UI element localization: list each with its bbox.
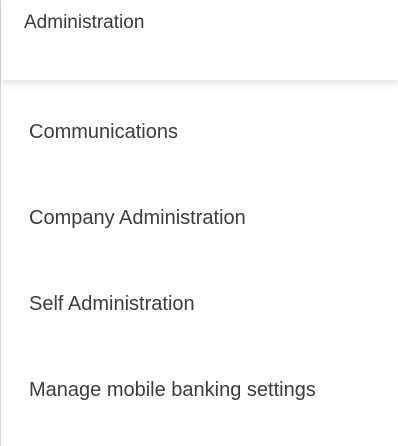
menu-item-communications[interactable]: Communications [2, 80, 398, 166]
menu-item-manage-mobile-banking-settings[interactable]: Manage mobile banking settings [2, 338, 398, 424]
menu-header: Administration [2, 0, 398, 80]
menu-header-title: Administration [24, 12, 145, 33]
menu-item-label: Manage mobile banking settings [29, 379, 316, 401]
menu-item-label: Self Administration [29, 293, 195, 315]
menu-item-company-administration[interactable]: Company Administration [2, 166, 398, 252]
menu-item-label: Company Administration [29, 207, 246, 229]
administration-menu-list: Communications Company Administration Se… [2, 80, 398, 424]
menu-item-label: Communications [29, 121, 178, 143]
menu-item-self-administration[interactable]: Self Administration [2, 252, 398, 338]
administration-menu-panel: Administration Communications Company Ad… [0, 0, 398, 446]
